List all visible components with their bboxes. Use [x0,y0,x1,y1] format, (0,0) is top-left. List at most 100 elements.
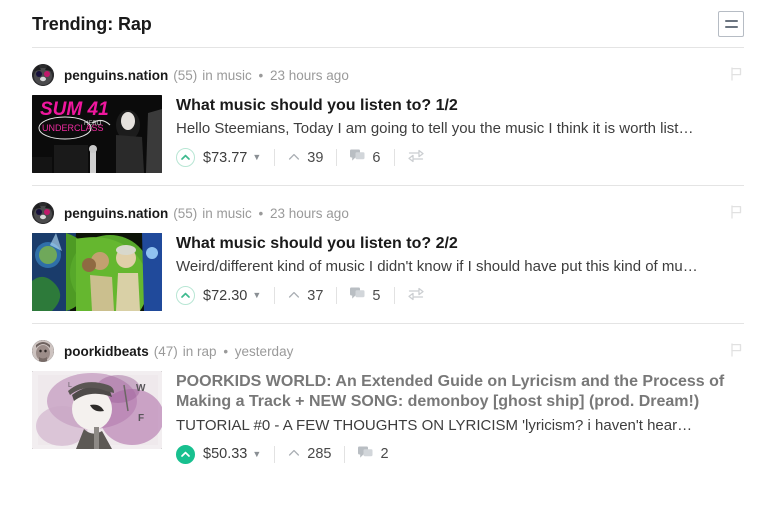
comment-icon [350,149,365,166]
comment-count: 6 [372,149,381,166]
post-time[interactable]: yesterday [235,344,294,359]
post-meta: in music • 23 hours ago [202,68,349,83]
post-author[interactable]: penguins.nation [64,206,168,221]
post-summary: Weird/different kind of music I didn't k… [176,258,698,276]
post-meta: in music • 23 hours ago [202,206,349,221]
author-reputation: (47) [153,343,178,359]
action-divider [336,287,338,305]
resteem-group[interactable] [407,283,424,309]
action-divider [336,149,338,167]
post-actions: $50.33 ▼ 285 2 [176,441,744,467]
post-category[interactable]: in music [202,206,252,221]
action-divider [393,287,395,305]
vote-count: 285 [307,446,332,463]
post-body: W F L POORKIDS WORLD: An Extended Guide … [32,371,744,467]
comment-icon [358,446,373,463]
post-payout[interactable]: $73.77 [203,150,247,166]
comment-icon [350,287,365,304]
post-main: What music should you listen to? 1/2 Hel… [176,95,744,171]
avatar[interactable] [32,202,54,224]
post-author[interactable]: penguins.nation [64,68,168,83]
svg-text:SUM 41: SUM 41 [40,99,109,120]
upvote-icon[interactable] [176,148,195,168]
post-meta: in rap • yesterday [183,344,294,359]
post-title[interactable]: What music should you listen to? 1/2 [176,96,744,116]
flag-icon[interactable] [728,342,744,358]
svg-text:W: W [136,383,146,394]
post-author[interactable]: poorkidbeats [64,344,149,359]
post-main: What music should you listen to? 2/2 Wei… [176,233,744,309]
post-category[interactable]: in music [202,68,252,83]
hamburger-icon-bar [724,25,738,28]
post-thumbnail[interactable]: SUM 41 UNDERCLASS HERO [32,95,162,173]
post-feed: penguins.nation (55) in music • 23 hours… [0,48,768,479]
post-item: poorkidbeats (47) in rap • yesterday W F… [0,324,768,479]
author-reputation: (55) [173,67,198,83]
votes-group[interactable]: 39 [288,145,323,171]
comments-group[interactable]: 2 [358,441,389,467]
post-actions: $72.30 ▼ 37 5 [176,283,744,309]
meta-separator: • [254,205,268,221]
post-time[interactable]: 23 hours ago [270,206,349,221]
resteem-icon[interactable] [407,149,424,166]
chevron-down-icon[interactable]: ▼ [252,153,261,162]
action-divider [274,287,276,305]
post-main: POORKIDS WORLD: An Extended Guide on Lyr… [176,371,744,467]
svg-text:F: F [138,413,144,424]
avatar[interactable] [32,340,54,362]
meta-separator: • [219,343,232,359]
post-thumbnail[interactable]: W F L [32,371,162,449]
action-divider [393,149,395,167]
chevron-up-icon [288,446,300,462]
post-header-line: penguins.nation (55) in music • 23 hours… [32,64,744,86]
page-title: Trending: Rap [32,13,152,34]
post-payout[interactable]: $72.30 [203,288,247,304]
votes-group[interactable]: 285 [288,441,331,467]
votes-group[interactable]: 37 [288,283,323,309]
action-divider [344,445,346,463]
upvote-icon[interactable] [176,444,195,464]
post-summary: Hello Steemians, Today I am going to tel… [176,120,694,138]
flag-icon[interactable] [728,66,744,82]
meta-separator: • [254,67,268,83]
chevron-down-icon[interactable]: ▼ [252,291,261,300]
vote-count: 39 [307,149,324,166]
post-actions: $73.77 ▼ 39 6 [176,145,744,171]
upvote-icon[interactable] [176,286,195,306]
comments-group[interactable]: 5 [350,283,381,309]
post-item: penguins.nation (55) in music • 23 hours… [0,48,768,185]
resteem-icon[interactable] [407,287,424,304]
post-payout[interactable]: $50.33 [203,446,247,462]
post-header-line: poorkidbeats (47) in rap • yesterday [32,340,744,362]
comment-count: 2 [380,446,389,463]
menu-button[interactable] [718,10,744,37]
post-item: penguins.nation (55) in music • 23 hours… [0,186,768,323]
action-divider [274,149,276,167]
chevron-down-icon[interactable]: ▼ [252,449,261,459]
post-title[interactable]: What music should you listen to? 2/2 [176,234,744,254]
page-header: Trending: Rap [0,0,768,47]
comment-count: 5 [372,287,381,304]
svg-text:L: L [68,382,72,389]
post-thumbnail[interactable] [32,233,162,311]
action-divider [274,445,276,463]
hamburger-icon-bar [724,19,738,22]
post-body: What music should you listen to? 2/2 Wei… [32,233,744,311]
post-time[interactable]: 23 hours ago [270,68,349,83]
payout-group: $50.33 ▼ [176,441,261,467]
author-reputation: (55) [173,205,198,221]
vote-count: 37 [307,287,324,304]
post-body: SUM 41 UNDERCLASS HERO What music should… [32,95,744,173]
chevron-up-icon [288,150,300,166]
post-header-line: penguins.nation (55) in music • 23 hours… [32,202,744,224]
flag-icon[interactable] [728,204,744,220]
post-category[interactable]: in rap [183,344,217,359]
payout-group: $72.30 ▼ [176,283,261,309]
payout-group: $73.77 ▼ [176,145,261,171]
post-summary: TUTORIAL #0 - A FEW THOUGHTS ON LYRICISM… [176,416,693,434]
avatar[interactable] [32,64,54,86]
resteem-group[interactable] [407,145,424,171]
post-title[interactable]: POORKIDS WORLD: An Extended Guide on Lyr… [176,372,736,413]
comments-group[interactable]: 6 [350,145,381,171]
chevron-up-icon [288,288,300,304]
